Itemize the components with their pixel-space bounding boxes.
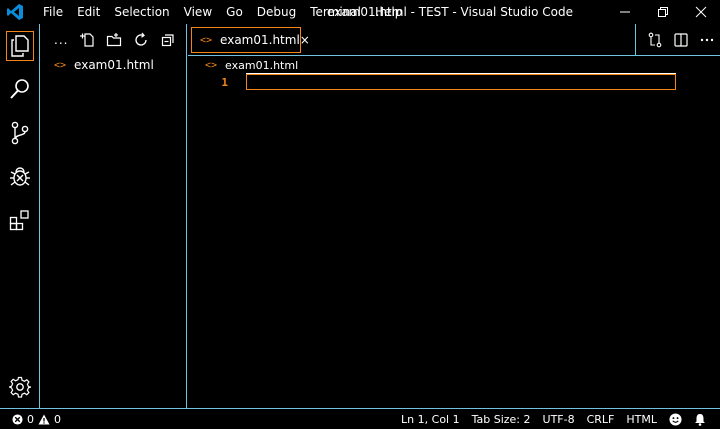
- split-editor-icon: [674, 33, 688, 47]
- menu-go[interactable]: Go: [219, 0, 250, 24]
- code-editor[interactable]: 1: [188, 73, 720, 374]
- title-bar: File Edit Selection View Go Debug Termin…: [0, 0, 720, 24]
- new-file-button[interactable]: [76, 29, 98, 51]
- restore-button[interactable]: [644, 0, 682, 24]
- html-file-icon: <>: [200, 34, 213, 46]
- menu-help[interactable]: Help: [368, 0, 409, 24]
- source-control-button[interactable]: [0, 113, 40, 153]
- editor-tabs: <> exam01.html ×: [188, 24, 720, 56]
- menu-terminal[interactable]: Terminal: [303, 0, 368, 24]
- editor-actions: [635, 24, 720, 56]
- menu-debug[interactable]: Debug: [250, 0, 303, 24]
- line-number: 1: [221, 76, 228, 89]
- status-bar: 0 0 Ln 1, Col 1 Tab Size: 2 UTF-8 CRLF H…: [0, 408, 720, 429]
- new-file-icon: [80, 33, 95, 47]
- explorer-toolbar: ...: [40, 24, 186, 56]
- extensions-icon: [9, 210, 29, 231]
- search-button[interactable]: [0, 69, 40, 109]
- explorer-button[interactable]: [0, 26, 40, 66]
- minimize-button[interactable]: [606, 0, 644, 24]
- file-name: exam01.html: [74, 58, 154, 72]
- menu-bar: File Edit Selection View Go Debug Termin…: [36, 0, 409, 24]
- collapse-all-icon: [162, 34, 175, 47]
- debug-button[interactable]: [0, 156, 40, 196]
- new-folder-icon: [107, 33, 122, 47]
- explorer-sidebar: ... <> exam01.html: [40, 24, 187, 408]
- restore-icon: [658, 7, 668, 17]
- close-icon: [695, 6, 707, 18]
- eol-selector[interactable]: CRLF: [581, 413, 621, 426]
- cursor-position[interactable]: Ln 1, Col 1: [395, 413, 466, 426]
- debug-bug-icon: [10, 167, 30, 186]
- encoding-selector[interactable]: UTF-8: [537, 413, 581, 426]
- gear-icon: [9, 376, 31, 398]
- notifications-button[interactable]: [688, 413, 712, 426]
- source-control-icon: [11, 121, 29, 145]
- file-tree-item[interactable]: <> exam01.html: [40, 56, 186, 74]
- close-window-button[interactable]: [682, 0, 720, 24]
- minimize-icon: [620, 11, 630, 13]
- more-actions-button[interactable]: ...: [54, 33, 68, 47]
- menu-view[interactable]: View: [177, 0, 219, 24]
- open-changes-button[interactable]: [642, 27, 668, 53]
- feedback-button[interactable]: [663, 412, 688, 426]
- collapse-all-button[interactable]: [157, 29, 179, 51]
- menu-selection[interactable]: Selection: [107, 0, 176, 24]
- tab-close-button[interactable]: ×: [300, 33, 310, 47]
- editor-area: <> exam01.html × <> exam01.html 1: [188, 24, 720, 408]
- menu-file[interactable]: File: [36, 0, 70, 24]
- error-icon: [12, 413, 23, 425]
- warning-count: 0: [54, 412, 61, 426]
- warning-icon: [38, 414, 50, 424]
- error-count: 0: [27, 412, 34, 426]
- split-editor-button[interactable]: [668, 27, 694, 53]
- breadcrumb-file[interactable]: exam01.html: [225, 59, 298, 72]
- current-line-highlight: [246, 74, 676, 90]
- ellipsis-icon: [700, 38, 714, 42]
- tab-label: exam01.html: [220, 33, 300, 47]
- more-editor-actions-button[interactable]: [694, 27, 720, 53]
- files-icon: [11, 35, 29, 57]
- indentation-setting[interactable]: Tab Size: 2: [466, 413, 537, 426]
- new-folder-button[interactable]: [103, 29, 125, 51]
- search-icon: [10, 79, 29, 99]
- window-controls: [606, 0, 720, 24]
- problems-indicator[interactable]: 0 0: [12, 413, 67, 426]
- tab-exam01-html[interactable]: <> exam01.html ×: [191, 27, 310, 53]
- vscode-logo-icon: [2, 0, 28, 24]
- smiley-icon: [669, 412, 682, 426]
- compare-changes-icon: [648, 32, 662, 48]
- refresh-button[interactable]: [130, 29, 152, 51]
- html-file-icon: <>: [54, 59, 67, 71]
- activity-bar: [0, 24, 40, 408]
- breadcrumb[interactable]: <> exam01.html: [188, 56, 720, 74]
- refresh-icon: [135, 32, 148, 46]
- bell-icon: [695, 413, 705, 426]
- manage-settings-button[interactable]: [0, 367, 40, 407]
- menu-edit[interactable]: Edit: [70, 0, 107, 24]
- html-file-icon: <>: [205, 59, 218, 71]
- language-mode-selector[interactable]: HTML: [620, 413, 663, 426]
- extensions-button[interactable]: [0, 200, 40, 240]
